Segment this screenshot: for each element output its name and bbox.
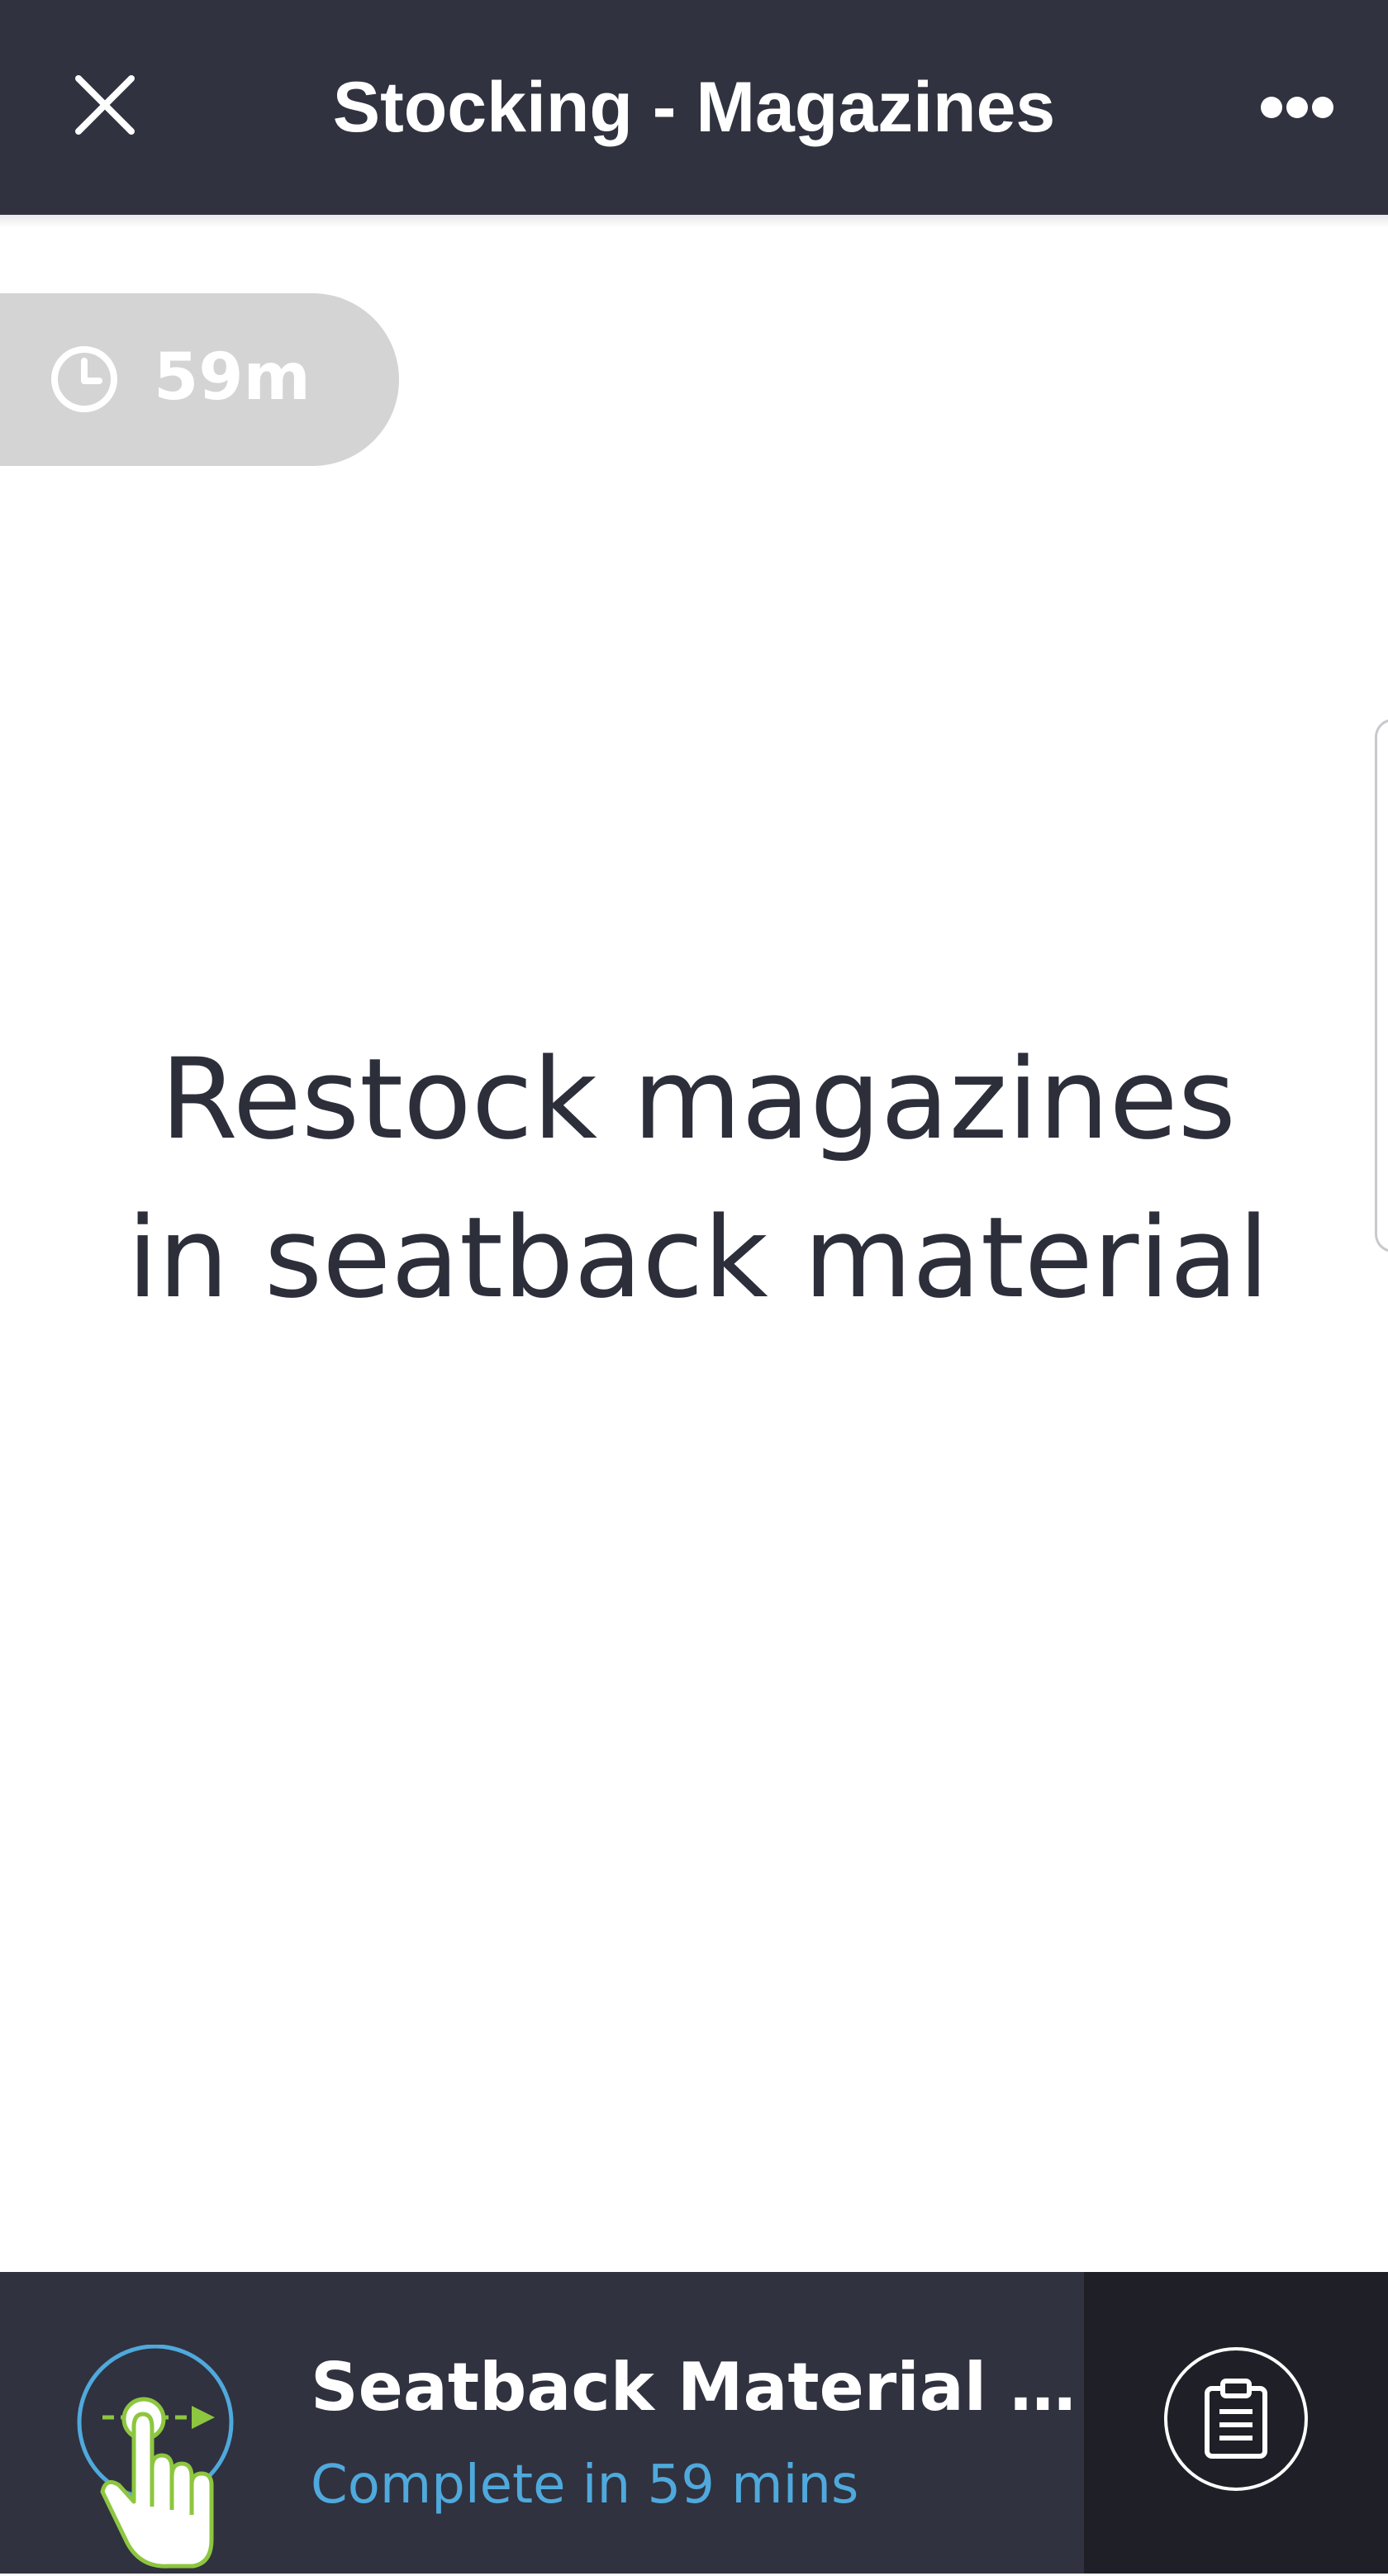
current-task-card[interactable]: Seatback Material - M... Complete in 59 …: [0, 2272, 1087, 2574]
clock-icon: [51, 346, 117, 412]
clipboard-icon: [1205, 2379, 1267, 2459]
checklist-panel: [1084, 2272, 1388, 2574]
side-drawer-handle[interactable]: [1375, 719, 1388, 1252]
more-options-button[interactable]: [1239, 66, 1355, 149]
task-instruction: Restock magazines in seatback material: [126, 1034, 1270, 1323]
current-task-subtitle: Complete in 59 mins: [311, 2455, 859, 2516]
checklist-button[interactable]: [1164, 2347, 1308, 2491]
close-icon: [75, 75, 135, 135]
timer-badge: 59m: [0, 293, 399, 466]
timer-label: 59m: [154, 340, 311, 415]
header-shadow: [0, 215, 1388, 228]
more-horizontal-icon: [1261, 97, 1333, 118]
app-header: Stocking - Magazines: [0, 0, 1388, 215]
page-title: Stocking - Magazines: [332, 68, 1056, 147]
current-task-title: Seatback Material - M...: [311, 2349, 1087, 2426]
footer-bar: Seatback Material - M... Complete in 59 …: [0, 2272, 1388, 2574]
close-button[interactable]: [58, 58, 152, 152]
swipe-gesture-icon: [77, 2345, 234, 2569]
